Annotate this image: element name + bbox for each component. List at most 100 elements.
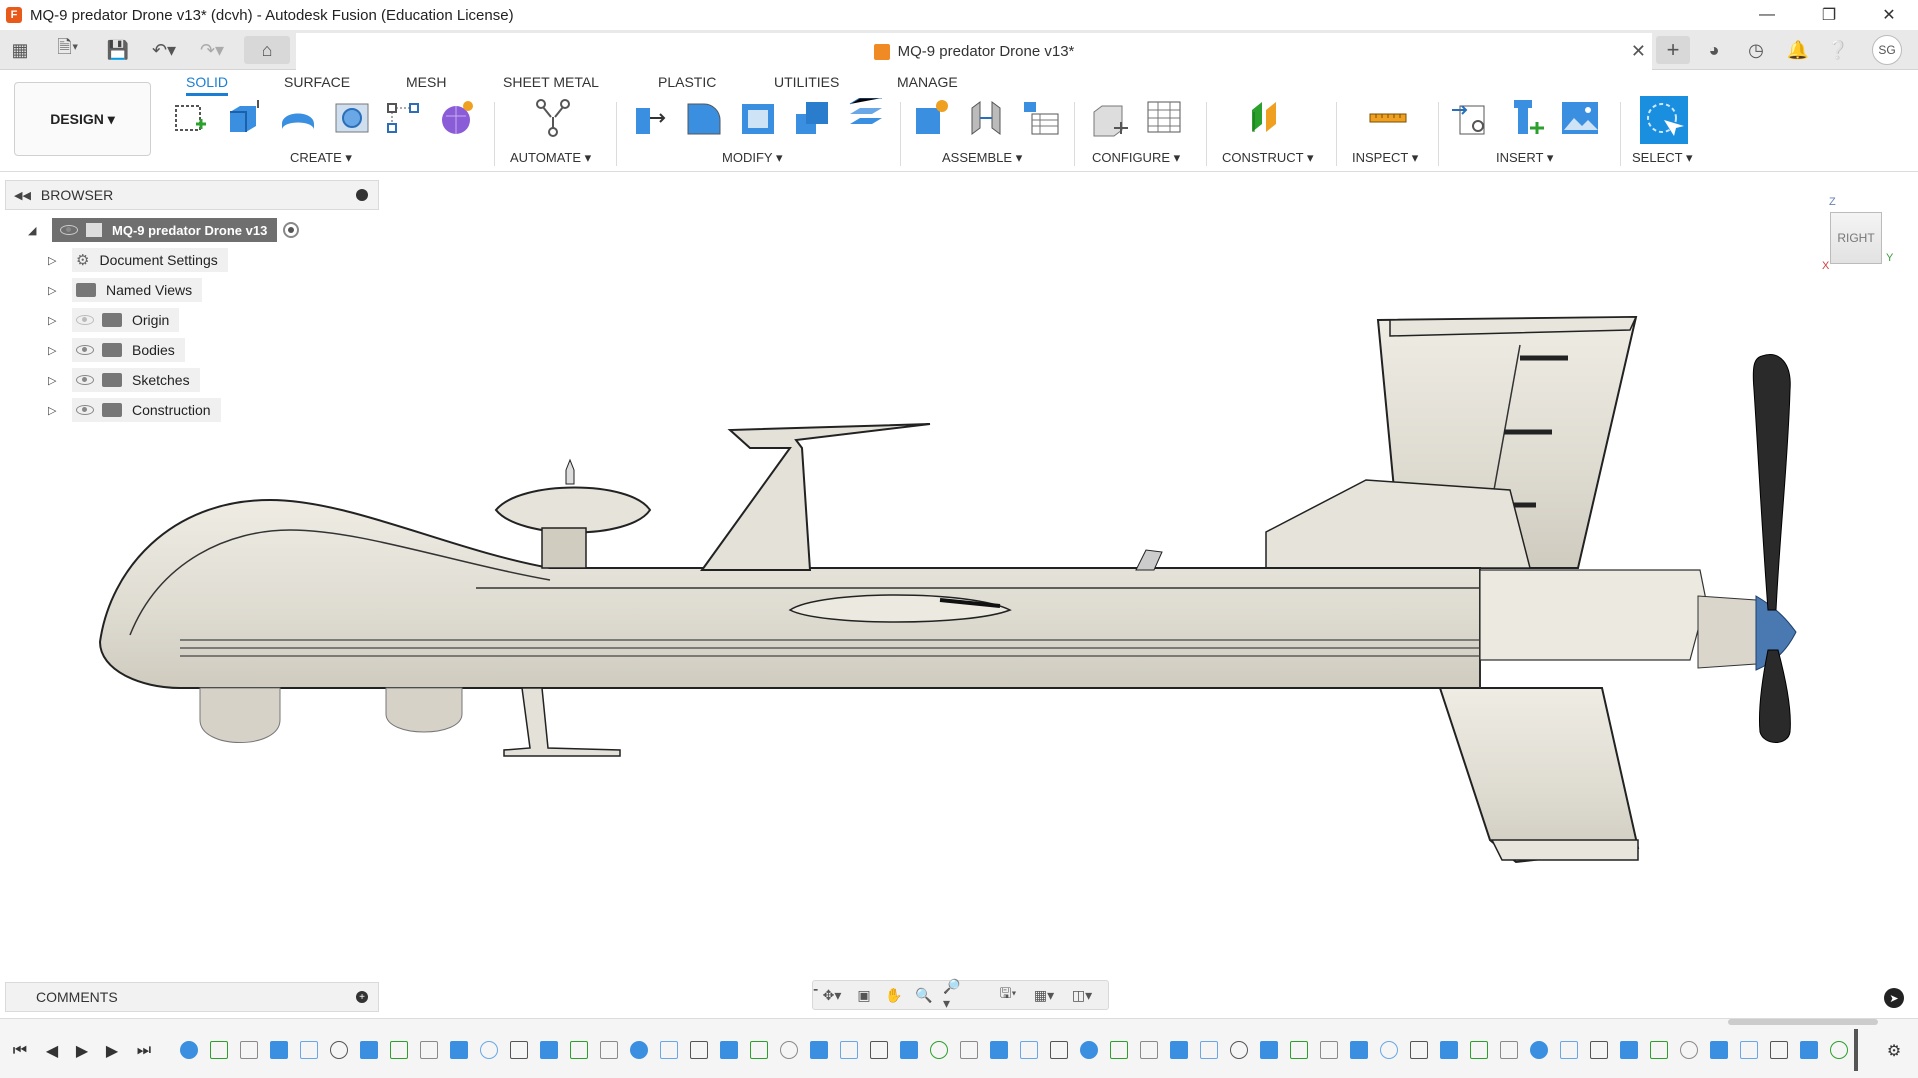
zoom-window-icon[interactable]: 🔎▾ (943, 978, 965, 1011)
group-inspect[interactable]: INSPECT ▾ (1352, 150, 1418, 166)
press-pull-icon[interactable] (630, 98, 670, 138)
select-icon[interactable] (1640, 96, 1688, 144)
measure-icon[interactable] (1368, 98, 1408, 138)
timeline-feature-icon[interactable] (1230, 1041, 1248, 1059)
timeline-feature-icon[interactable] (780, 1041, 798, 1059)
step-forward-icon[interactable]: ▶ (102, 1041, 122, 1061)
insert-derive-icon[interactable] (1452, 98, 1492, 138)
tab-utilities[interactable]: UTILITIES (774, 74, 839, 93)
create-sketch-icon[interactable] (170, 98, 210, 138)
timeline-feature-icon[interactable] (1800, 1041, 1818, 1059)
fillet-icon[interactable] (684, 98, 724, 138)
timeline-feature-icon[interactable] (1620, 1041, 1638, 1059)
look-at-icon[interactable]: ▣ (853, 986, 875, 1004)
timeline-feature-icon[interactable] (1770, 1041, 1788, 1059)
user-avatar[interactable]: SG (1872, 35, 1902, 65)
timeline-feature-icon[interactable] (1500, 1041, 1518, 1059)
document-tab[interactable]: MQ-9 predator Drone v13* ✕ (296, 33, 1652, 70)
joint-icon[interactable] (966, 98, 1006, 138)
add-comment-icon[interactable]: + (356, 991, 368, 1003)
group-construct[interactable]: CONSTRUCT ▾ (1222, 150, 1314, 166)
timeline-feature-icon[interactable] (840, 1041, 858, 1059)
timeline-scrollbar[interactable] (1728, 1019, 1878, 1025)
timeline-feature-icon[interactable] (960, 1041, 978, 1059)
timeline-feature-icon[interactable] (270, 1041, 288, 1059)
automate-icon[interactable] (533, 98, 573, 138)
activate-radio-icon[interactable] (283, 222, 300, 238)
expand-triangle-icon[interactable]: ▷ (48, 254, 62, 267)
timeline-feature-icon[interactable] (1080, 1041, 1098, 1059)
job-status-icon[interactable]: ◷ (1742, 36, 1770, 64)
timeline-feature-icon[interactable] (510, 1041, 528, 1059)
timeline-feature-icon[interactable] (720, 1041, 738, 1059)
tab-solid[interactable]: SOLID (186, 74, 229, 96)
close-tab-icon[interactable]: ✕ (1631, 41, 1646, 62)
rectangular-pattern-icon[interactable] (384, 98, 424, 138)
panel-options-icon[interactable] (356, 189, 368, 201)
timeline-marker[interactable] (1854, 1029, 1858, 1071)
timeline-feature-icon[interactable] (690, 1041, 708, 1059)
save-icon[interactable]: 💾 (106, 36, 130, 64)
timeline-feature-icon[interactable] (1680, 1041, 1698, 1059)
minimize-button[interactable]: — (1744, 0, 1790, 30)
hole-icon[interactable] (332, 98, 372, 138)
timeline-feature-icon[interactable] (210, 1041, 228, 1059)
timeline-feature-icon[interactable] (1470, 1041, 1488, 1059)
viewcube[interactable]: RIGHT (1830, 212, 1882, 264)
timeline-feature-icon[interactable] (480, 1041, 498, 1059)
group-modify[interactable]: MODIFY ▾ (722, 150, 782, 166)
tab-mesh[interactable]: MESH (406, 74, 446, 93)
close-window-button[interactable]: ✕ (1866, 0, 1912, 30)
browser-root-row[interactable]: ◢ MQ-9 predator Drone v13 (28, 217, 300, 243)
timeline-feature-icon[interactable] (420, 1041, 438, 1059)
construct-plane-icon[interactable] (1248, 98, 1288, 138)
revolve-icon[interactable] (278, 98, 318, 138)
display-settings-icon[interactable]: 🖫▾ (997, 985, 1019, 1004)
timeline-feature-icon[interactable] (180, 1041, 198, 1059)
redo-icon[interactable]: ↷▾ (194, 36, 230, 64)
timeline-feature-icon[interactable] (1260, 1041, 1278, 1059)
group-select[interactable]: SELECT ▾ (1632, 150, 1692, 166)
tab-surface[interactable]: SURFACE (284, 74, 350, 93)
timeline-feature-icon[interactable] (1350, 1041, 1368, 1059)
browser-panel-header[interactable]: ◀◀ BROWSER (5, 180, 379, 210)
viewports-icon[interactable]: ◫▾ (1071, 986, 1093, 1004)
timeline-feature-icon[interactable] (1590, 1041, 1608, 1059)
timeline-feature-icon[interactable] (990, 1041, 1008, 1059)
timeline-feature-icon[interactable] (1140, 1041, 1158, 1059)
offset-face-icon[interactable] (846, 98, 886, 138)
timeline-feature-icon[interactable] (1170, 1041, 1188, 1059)
visibility-eye-icon[interactable] (60, 225, 78, 235)
timeline-feature-icon[interactable] (240, 1041, 258, 1059)
go-to-end-icon[interactable]: ⏭ (134, 1041, 154, 1061)
group-automate[interactable]: AUTOMATE ▾ (510, 150, 591, 166)
help-icon[interactable]: ❔ (1824, 36, 1852, 64)
collapse-panel-icon[interactable]: ◀◀ (14, 189, 31, 202)
configure-icon[interactable] (1090, 98, 1130, 138)
expand-triangle-icon[interactable]: ▷ (48, 404, 62, 417)
extrude-icon[interactable] (222, 98, 262, 138)
timeline-feature-icon[interactable] (570, 1041, 588, 1059)
timeline-feature-icon[interactable] (900, 1041, 918, 1059)
configuration-table-icon[interactable] (1144, 98, 1184, 138)
step-back-icon[interactable]: ◀ (42, 1041, 62, 1061)
go-to-start-icon[interactable]: ⏮ (10, 1041, 30, 1061)
app-grid-icon[interactable]: ▦ (8, 36, 32, 64)
undo-icon[interactable]: ↶▾ (146, 36, 182, 64)
timeline-settings-icon[interactable]: ⚙ (1884, 1041, 1904, 1061)
workspace-switcher[interactable]: DESIGN ▾ (14, 82, 151, 156)
group-insert[interactable]: INSERT ▾ (1496, 150, 1553, 166)
group-configure[interactable]: CONFIGURE ▾ (1092, 150, 1180, 166)
insert-mcmaster-icon[interactable] (1506, 98, 1546, 138)
timeline-feature-icon[interactable] (360, 1041, 378, 1059)
tab-manage[interactable]: MANAGE (897, 74, 958, 93)
timeline-feature-icon[interactable] (540, 1041, 558, 1059)
timeline-feature-icon[interactable] (300, 1041, 318, 1059)
drone-model-viewport[interactable] (90, 300, 1850, 870)
timeline-feature-icon[interactable] (390, 1041, 408, 1059)
assistant-icon[interactable]: ➤ (1884, 988, 1904, 1008)
expand-triangle-icon[interactable]: ▷ (48, 284, 62, 297)
browser-item-document-settings[interactable]: ▷ ⚙ Document Settings (48, 247, 228, 273)
expand-triangle-icon[interactable]: ▷ (48, 344, 62, 357)
new-tab-icon[interactable]: + (1656, 36, 1690, 64)
